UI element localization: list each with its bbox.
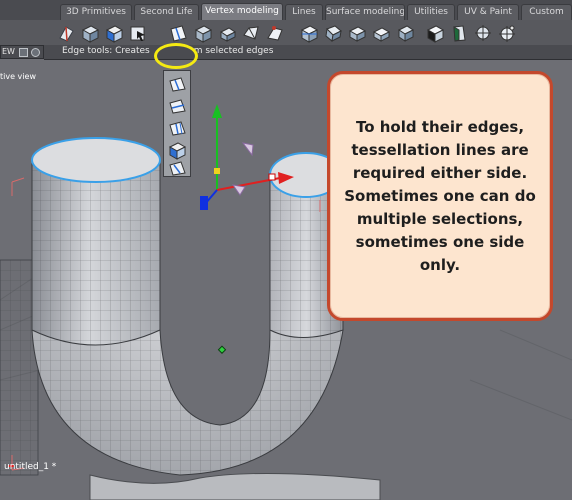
callout-line: tessellation lines are <box>351 140 529 159</box>
view-mode-control[interactable]: EW <box>0 45 44 59</box>
taper-tool-icon[interactable] <box>425 23 446 44</box>
tab-utilities[interactable]: Utilities <box>407 4 455 20</box>
edge-slide-icon[interactable] <box>167 75 188 94</box>
pivot-marker <box>217 345 227 354</box>
cut-tool-icon[interactable] <box>193 23 214 44</box>
tab-surface-modeling[interactable]: Surface modeling <box>325 4 405 20</box>
edge-tools-flyout <box>163 70 191 177</box>
cube-deform-icon[interactable] <box>395 23 416 44</box>
extrude-tool-icon[interactable] <box>217 23 238 44</box>
left-tube-top-edge <box>31 137 161 183</box>
base-object <box>89 472 381 500</box>
box-tool-icon[interactable] <box>80 23 101 44</box>
highlight-ring <box>154 43 198 69</box>
callout-line: multiple selections, <box>356 209 524 228</box>
tab-lines[interactable]: Lines <box>285 4 323 20</box>
callout-line: required either side. <box>352 163 528 182</box>
edge-loop-icon[interactable] <box>167 97 188 116</box>
callout-line: sometimes one side only. <box>355 232 525 274</box>
cube-tool-icon[interactable] <box>104 23 125 44</box>
edge-tool-icon[interactable] <box>56 23 77 44</box>
tab-uv-paint[interactable]: UV & Paint <box>457 4 519 20</box>
callout-line: Sometimes one can do <box>344 186 536 205</box>
bridge-tool-icon[interactable] <box>299 23 320 44</box>
tab-custom[interactable]: Custom <box>521 4 572 20</box>
lathe-tool-icon[interactable] <box>347 23 368 44</box>
shell-tool-icon[interactable] <box>449 23 470 44</box>
select-tool-icon[interactable] <box>128 23 149 44</box>
tab-3d-primitives[interactable]: 3D Primitives <box>60 4 132 20</box>
bevel-tool-icon[interactable] <box>241 23 262 44</box>
viewport-label: tive view <box>0 72 36 81</box>
weld-tool-icon[interactable] <box>265 23 286 44</box>
subdivide-tool-icon[interactable] <box>473 23 494 44</box>
sweep-tool-icon[interactable] <box>323 23 344 44</box>
tool-tip-bar: Edge tools: Creates m selected edges <box>44 45 572 60</box>
callout-text: To hold their edges, tessellation lines … <box>330 116 550 277</box>
smooth-tool-icon[interactable] <box>497 23 518 44</box>
edge-bevel-icon[interactable] <box>167 141 188 160</box>
edge-insert-icon[interactable] <box>167 119 188 138</box>
view-option-button[interactable] <box>31 48 40 57</box>
view-mode-label: EW <box>2 47 15 56</box>
annotation-callout: To hold their edges, tessellation lines … <box>327 71 553 321</box>
document-filename: untitled_1 * <box>4 462 57 472</box>
edge-split-icon[interactable] <box>167 159 188 176</box>
view-toggle-button[interactable] <box>19 48 28 57</box>
sphere-tool-icon[interactable] <box>371 23 392 44</box>
tab-vertex-modeling[interactable]: Vertex modeling <box>201 3 283 21</box>
tab-second-life[interactable]: Second Life <box>134 4 199 20</box>
ribbon-tab-bar: 3D Primitives Second Life Vertex modelin… <box>0 0 572 21</box>
callout-line: To hold their edges, <box>355 117 525 136</box>
edge-tools-icon[interactable] <box>168 23 189 44</box>
